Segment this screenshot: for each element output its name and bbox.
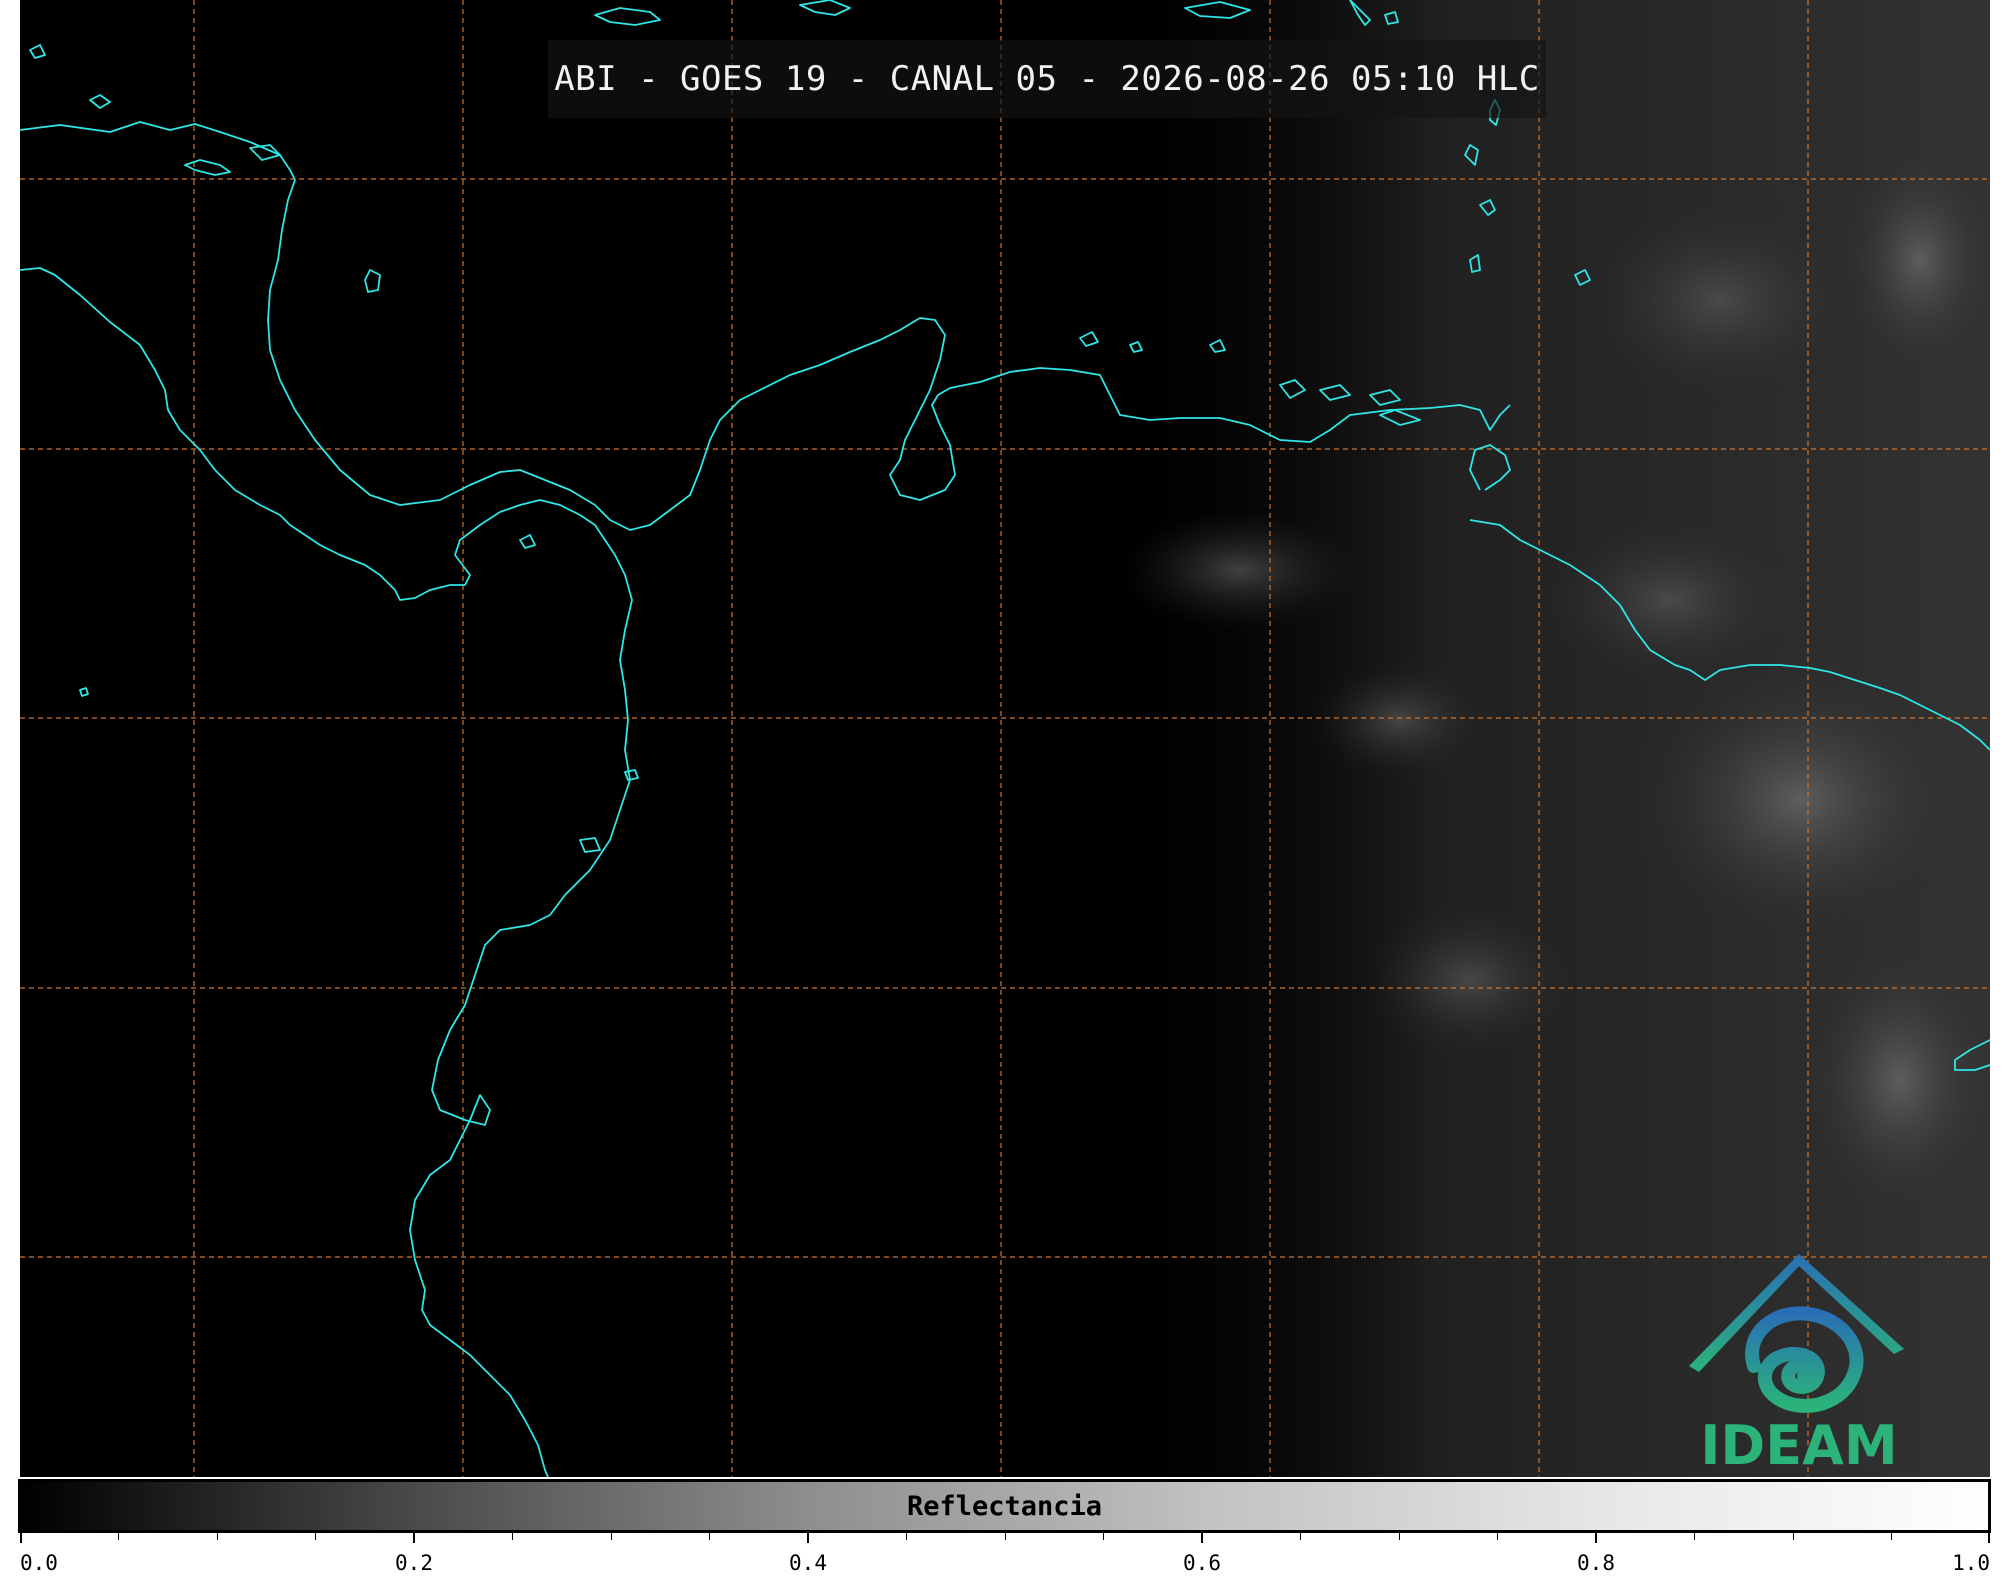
minor-tick — [906, 1533, 907, 1540]
minor-tick — [1103, 1533, 1104, 1540]
map-title: ABI - GOES 19 - CANAL 05 - 2026-08-26 05… — [554, 59, 1540, 99]
minor-tick — [1694, 1533, 1695, 1540]
minor-tick — [1005, 1533, 1006, 1540]
tick-label-4: 0.8 — [1577, 1551, 1615, 1575]
minor-tick — [1793, 1533, 1794, 1540]
major-tick — [807, 1533, 809, 1543]
tick-label-1: 0.2 — [395, 1551, 433, 1575]
colorbar-ticks: 0.0 0.2 0.4 0.6 0.8 1.0 — [20, 1533, 1990, 1577]
tick-label-3: 0.6 — [1183, 1551, 1221, 1575]
ideam-logo-text: IDEAM — [1700, 1414, 1898, 1477]
minor-tick — [611, 1533, 612, 1540]
minor-tick — [1891, 1533, 1892, 1540]
major-tick — [1988, 1533, 1990, 1543]
ideam-logo: IDEAM — [1684, 1254, 1914, 1477]
minor-tick — [315, 1533, 316, 1540]
colorbar-label: Reflectancia — [906, 1490, 1103, 1522]
minor-tick — [512, 1533, 513, 1540]
major-tick — [20, 1533, 22, 1543]
colorbar: Reflectancia — [18, 1479, 1991, 1533]
minor-tick — [118, 1533, 119, 1540]
ideam-emblem-icon — [1689, 1254, 1904, 1413]
major-tick — [1201, 1533, 1203, 1543]
minor-tick — [1300, 1533, 1301, 1540]
minor-tick — [1497, 1533, 1498, 1540]
satellite-map[interactable]: ABI - GOES 19 - CANAL 05 - 2026-08-26 05… — [20, 0, 1990, 1477]
tick-label-2: 0.4 — [789, 1551, 827, 1575]
major-tick — [1595, 1533, 1597, 1543]
minor-tick — [709, 1533, 710, 1540]
tick-label-5: 1.0 — [1952, 1551, 1990, 1575]
minor-tick — [1399, 1533, 1400, 1540]
tick-label-0: 0.0 — [20, 1551, 58, 1575]
title-box: ABI - GOES 19 - CANAL 05 - 2026-08-26 05… — [548, 40, 1546, 118]
minor-tick — [217, 1533, 218, 1540]
major-tick — [413, 1533, 415, 1543]
